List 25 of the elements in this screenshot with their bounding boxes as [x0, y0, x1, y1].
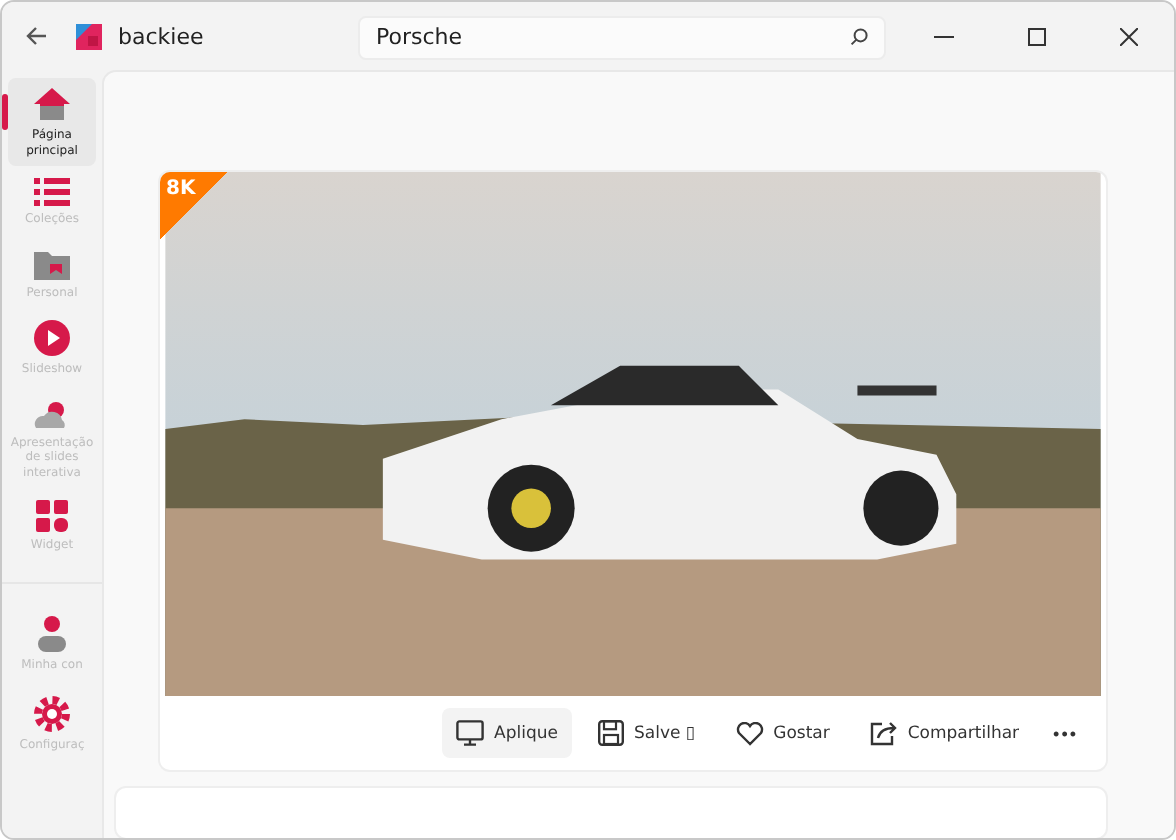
folder-icon: [34, 247, 70, 279]
save-icon: [598, 720, 624, 746]
search-field[interactable]: Porsche: [358, 15, 886, 59]
app-logo-icon: [76, 23, 102, 49]
action-button[interactable]: Aplique: [442, 708, 572, 758]
action-button[interactable]: Gostar: [721, 709, 844, 757]
action-button[interactable]: Salve ▯: [584, 708, 710, 758]
close-icon: [1119, 27, 1137, 45]
more-button[interactable]: •••: [1045, 711, 1086, 755]
home-icon: [32, 86, 72, 122]
monitor-icon: [456, 720, 485, 746]
action-button[interactable]: Compartilhar: [855, 708, 1034, 758]
maximize-icon: [1027, 27, 1045, 45]
minimize-icon: [934, 35, 954, 37]
heart-icon: [735, 721, 764, 745]
app-name: backiee: [118, 23, 206, 49]
search-icon: [850, 28, 868, 46]
list-icon: [34, 178, 70, 206]
resolution-badge: 8K: [160, 172, 228, 240]
widget-icon: [36, 500, 68, 532]
play-icon: [34, 320, 70, 356]
back-arrow-icon: [26, 26, 48, 46]
person-icon: [36, 615, 68, 651]
share-icon: [869, 720, 898, 746]
settings-icon: [34, 696, 70, 732]
